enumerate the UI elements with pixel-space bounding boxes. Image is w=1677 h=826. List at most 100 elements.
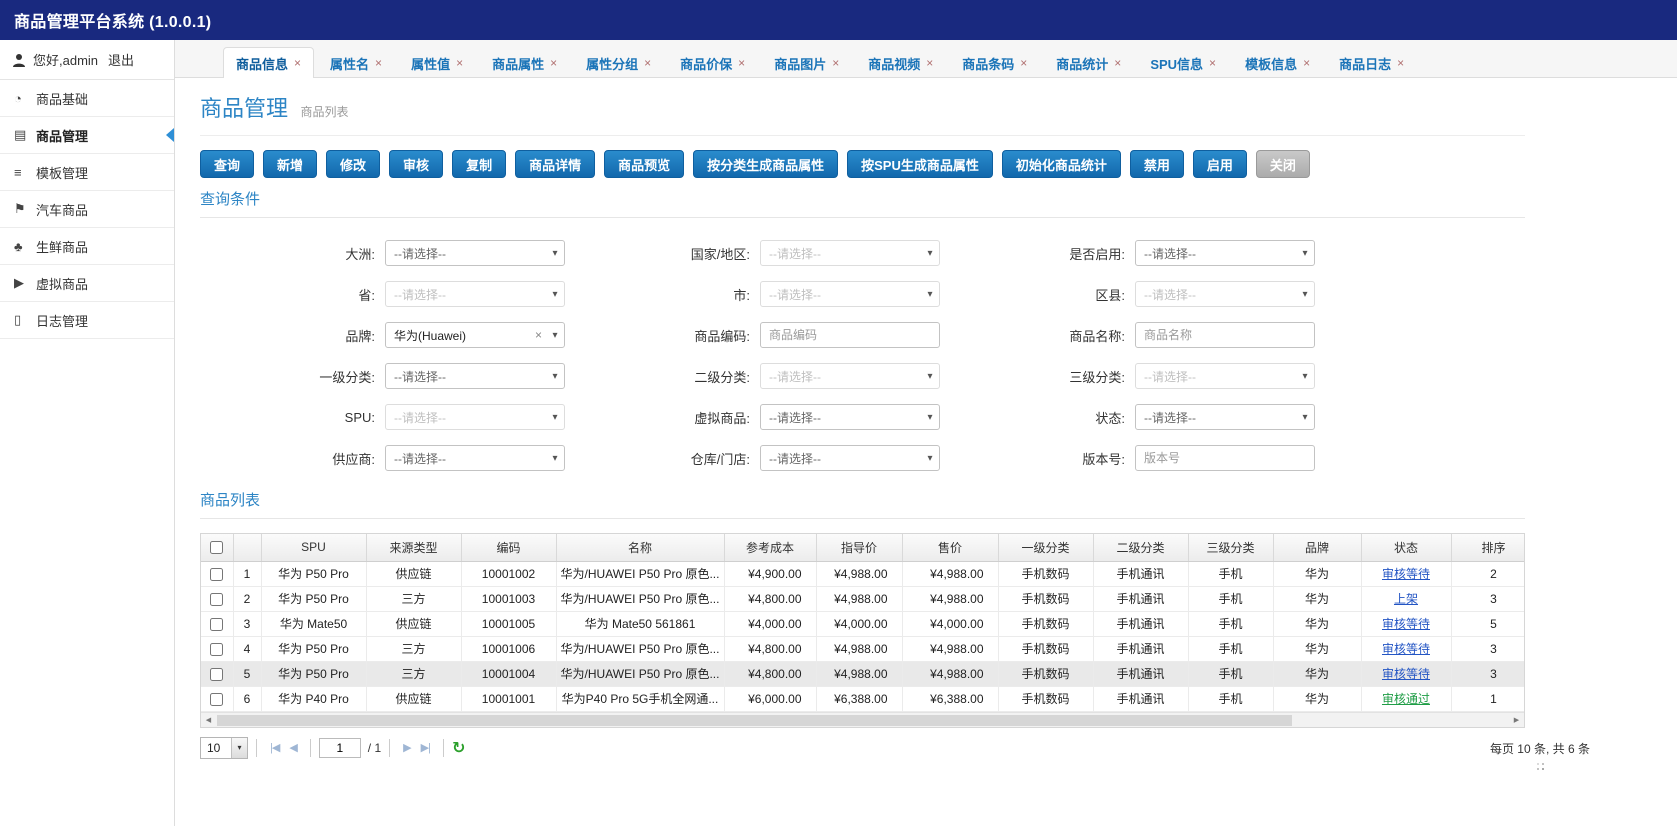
text-input[interactable]: [1135, 322, 1315, 348]
toolbar-button[interactable]: 查询: [200, 150, 255, 178]
select-dropdown[interactable]: --请选择-- ▾: [385, 363, 565, 389]
chevron-down-icon[interactable]: ▾: [1296, 371, 1314, 382]
page-size-select[interactable]: 10 ▾: [200, 736, 248, 759]
chevron-down-icon[interactable]: ▾: [921, 412, 939, 423]
close-icon[interactable]: ×: [294, 56, 301, 70]
sidebar-item[interactable]: ⚑ 汽车商品: [0, 191, 174, 228]
select-dropdown[interactable]: --请选择-- ▾: [760, 240, 940, 266]
toolbar-button[interactable]: 按SPU生成商品属性: [847, 150, 993, 178]
select-dropdown[interactable]: --请选择-- ▾: [1135, 404, 1315, 430]
row-checkbox[interactable]: [210, 617, 224, 631]
toolbar-button[interactable]: 修改: [326, 150, 381, 178]
select-dropdown[interactable]: --请选择-- ▾: [385, 240, 565, 266]
tab-item[interactable]: 属性值 ×: [398, 47, 476, 78]
first-page-button[interactable]: |◀: [265, 741, 284, 754]
close-icon[interactable]: ×: [1209, 56, 1216, 70]
status-link[interactable]: 审核通过: [1382, 692, 1430, 706]
tab-item[interactable]: 商品信息 ×: [223, 47, 315, 78]
row-checkbox[interactable]: [210, 642, 224, 656]
tab-item[interactable]: 商品图片 ×: [761, 47, 852, 78]
toolbar-button[interactable]: 审核: [389, 150, 444, 178]
row-checkbox[interactable]: [210, 692, 224, 706]
select-dropdown[interactable]: 华为(Huawei) × ▾: [385, 322, 565, 348]
close-icon[interactable]: ×: [1020, 56, 1027, 70]
close-icon[interactable]: ×: [456, 56, 463, 70]
sidebar-item[interactable]: ◔ 商品基础: [0, 80, 174, 117]
toolbar-button[interactable]: 新增: [263, 150, 318, 178]
tab-item[interactable]: 商品价保 ×: [667, 47, 758, 78]
table-row[interactable]: 6 华为 P40 Pro 供应链 10001001 华为P40 Pro 5G手机全网通.…: [201, 686, 1524, 712]
status-link[interactable]: 审核等待: [1382, 567, 1430, 581]
toolbar-button[interactable]: 商品预览: [604, 150, 685, 178]
chevron-down-icon[interactable]: ▾: [546, 330, 564, 341]
next-page-button[interactable]: ▶: [398, 741, 415, 754]
select-dropdown[interactable]: --请选择-- ▾: [385, 281, 565, 307]
tab-item[interactable]: 属性分组 ×: [573, 47, 664, 78]
select-dropdown[interactable]: --请选择-- ▾: [385, 445, 565, 471]
row-checkbox[interactable]: [210, 592, 224, 606]
last-page-button[interactable]: ▶|: [416, 741, 435, 754]
close-icon[interactable]: ×: [1397, 56, 1404, 70]
tab-item[interactable]: 商品统计 ×: [1043, 47, 1134, 78]
scroll-left-icon[interactable]: ◀: [201, 713, 216, 727]
table-row[interactable]: 3 华为 Mate50 供应链 10001005 华为 Mate50 561861 ¥4,…: [201, 611, 1524, 637]
tab-item[interactable]: SPU信息 ×: [1137, 47, 1229, 78]
tab-item[interactable]: 商品视频 ×: [855, 47, 946, 78]
sidebar-item[interactable]: ▯ 日志管理: [0, 302, 174, 339]
select-dropdown[interactable]: --请选择-- ▾: [1135, 281, 1315, 307]
select-dropdown[interactable]: --请选择-- ▾: [760, 281, 940, 307]
chevron-down-icon[interactable]: ▾: [921, 289, 939, 300]
chevron-down-icon[interactable]: ▾: [1296, 289, 1314, 300]
select-dropdown[interactable]: --请选择-- ▾: [760, 363, 940, 389]
chevron-down-icon[interactable]: ▾: [546, 289, 564, 300]
horizontal-scrollbar[interactable]: ◀ ▶: [201, 711, 1524, 727]
sidebar-item[interactable]: ▤ 商品管理: [0, 117, 174, 154]
status-link[interactable]: 上架: [1394, 592, 1418, 606]
clear-icon[interactable]: ×: [531, 328, 546, 342]
text-input[interactable]: [1135, 445, 1315, 471]
close-icon[interactable]: ×: [832, 56, 839, 70]
chevron-down-icon[interactable]: ▾: [546, 453, 564, 464]
row-checkbox[interactable]: [210, 567, 224, 581]
tab-item[interactable]: 商品属性 ×: [479, 47, 570, 78]
table-row[interactable]: 2 华为 P50 Pro 三方 10001003 华为/HUAWEI P50 Pro 原…: [201, 586, 1524, 612]
sidebar-item[interactable]: ≡ 模板管理: [0, 154, 174, 191]
tab-item[interactable]: 属性名 ×: [317, 47, 395, 78]
chevron-down-icon[interactable]: ▾: [921, 453, 939, 464]
toolbar-button[interactable]: 禁用: [1129, 150, 1184, 178]
toolbar-button[interactable]: 按分类生成商品属性: [693, 150, 839, 178]
toolbar-button[interactable]: 关闭: [1255, 150, 1310, 178]
chevron-down-icon[interactable]: ▾: [1296, 412, 1314, 423]
sidebar-item[interactable]: ♣ 生鲜商品: [0, 228, 174, 265]
refresh-icon[interactable]: ↻: [452, 738, 465, 758]
tab-item[interactable]: 商品日志 ×: [1326, 47, 1417, 78]
scroll-right-icon[interactable]: ▶: [1509, 713, 1524, 727]
table-row[interactable]: 5 华为 P50 Pro 三方 10001004 华为/HUAWEI P50 Pro 原…: [201, 661, 1524, 687]
chevron-down-icon[interactable]: ▾: [921, 371, 939, 382]
close-icon[interactable]: ×: [550, 56, 557, 70]
toolbar-button[interactable]: 初始化商品统计: [1001, 150, 1121, 178]
scrollbar-thumb[interactable]: [217, 714, 1292, 726]
status-link[interactable]: 审核等待: [1382, 617, 1430, 631]
select-dropdown[interactable]: --请选择-- ▾: [760, 404, 940, 430]
toolbar-button[interactable]: 启用: [1192, 150, 1247, 178]
status-link[interactable]: 审核等待: [1382, 642, 1430, 656]
close-icon[interactable]: ×: [738, 56, 745, 70]
close-icon[interactable]: ×: [644, 56, 651, 70]
sidebar-item[interactable]: ▶ 虚拟商品: [0, 265, 174, 302]
close-icon[interactable]: ×: [375, 56, 382, 70]
table-row[interactable]: 1 华为 P50 Pro 供应链 10001002 华为/HUAWEI P50 Pro …: [201, 561, 1524, 587]
logout-link[interactable]: 退出: [108, 50, 134, 69]
close-icon[interactable]: ×: [1303, 56, 1310, 70]
chevron-down-icon[interactable]: ▾: [921, 248, 939, 259]
chevron-down-icon[interactable]: ▾: [1296, 248, 1314, 259]
select-dropdown[interactable]: --请选择-- ▾: [385, 404, 565, 430]
tab-item[interactable]: 模板信息 ×: [1232, 47, 1323, 78]
tab-item[interactable]: 商品条码 ×: [949, 47, 1040, 78]
chevron-down-icon[interactable]: ▾: [546, 248, 564, 259]
select-all-checkbox[interactable]: [210, 541, 224, 555]
table-row[interactable]: 4 华为 P50 Pro 三方 10001006 华为/HUAWEI P50 Pro 原…: [201, 636, 1524, 662]
row-checkbox[interactable]: [210, 667, 224, 681]
select-dropdown[interactable]: --请选择-- ▾: [760, 445, 940, 471]
close-icon[interactable]: ×: [1114, 56, 1121, 70]
